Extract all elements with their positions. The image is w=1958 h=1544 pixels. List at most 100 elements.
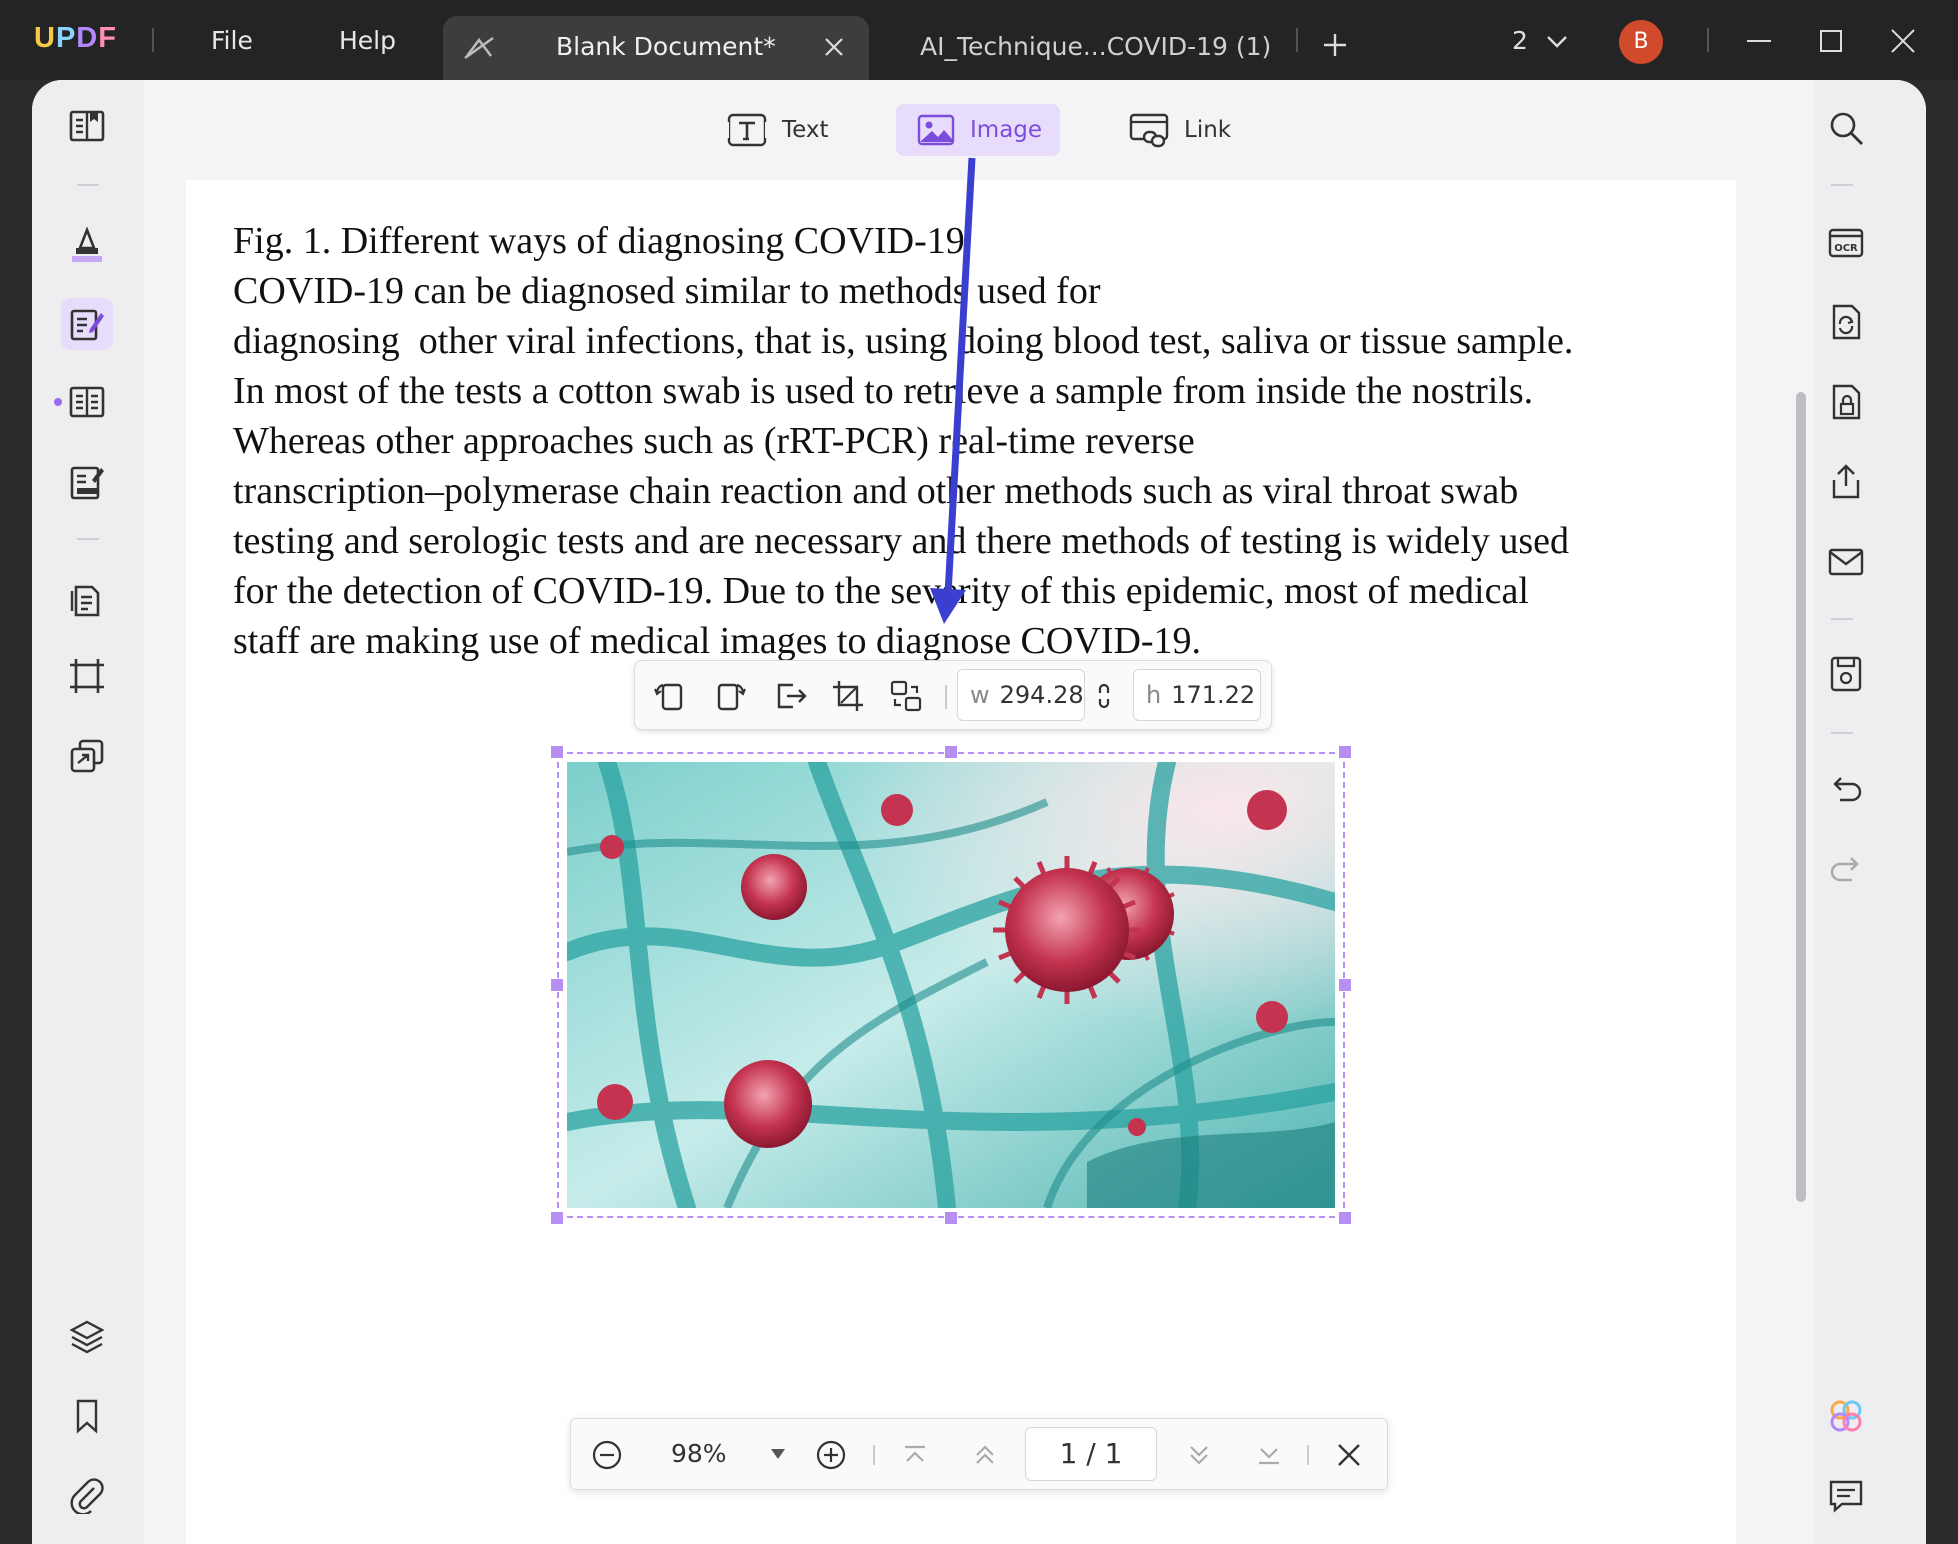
fill-sign-button[interactable] (61, 456, 113, 508)
convert-pdf-icon[interactable] (1826, 302, 1866, 342)
window-count-dropdown[interactable]: 2 (1512, 26, 1568, 55)
page-number-field[interactable]: 1 / 1 (1025, 1427, 1157, 1481)
maximize-icon[interactable] (1818, 28, 1844, 54)
protect-pdf-icon[interactable] (1826, 382, 1866, 422)
height-label: h (1146, 681, 1161, 709)
two-page-icon (68, 384, 106, 420)
page-view-button[interactable] (61, 376, 113, 428)
resize-handle[interactable] (1339, 979, 1351, 991)
height-value: 171.22 (1171, 681, 1255, 709)
virus-bottom (724, 1060, 812, 1148)
add-link-button[interactable]: Link (1116, 104, 1246, 156)
share-icon[interactable] (1826, 462, 1866, 502)
crop-pages-button[interactable] (61, 650, 113, 702)
right-divider (1831, 184, 1853, 186)
attachment-button[interactable] (61, 1470, 113, 1522)
crop-image-icon[interactable] (831, 679, 865, 713)
image-edit-toolbar: w 294.28 h 171.22 (634, 660, 1272, 730)
resize-handle[interactable] (551, 979, 563, 991)
page-navigation-bar: 98% 1 / 1 (570, 1418, 1388, 1490)
nav-divider (1307, 1445, 1309, 1465)
image-icon (916, 113, 956, 147)
width-value: 294.28 (1000, 681, 1084, 709)
text-line: staff are making use of medical images t… (233, 616, 1713, 666)
height-field[interactable]: h 171.22 (1133, 669, 1261, 721)
zoom-dropdown-icon[interactable] (769, 1445, 787, 1463)
last-page-icon[interactable] (1253, 1439, 1285, 1471)
layers-button[interactable] (61, 1310, 113, 1362)
stack-convert-icon (68, 737, 106, 775)
reader-mode-button[interactable] (61, 100, 113, 152)
zoom-level[interactable]: 98% (671, 1439, 727, 1468)
virus-medium (741, 854, 807, 920)
resize-handle[interactable] (551, 1212, 563, 1224)
title-divider (152, 28, 154, 52)
email-icon[interactable] (1826, 542, 1866, 582)
undo-icon[interactable] (1826, 770, 1866, 810)
replace-image-icon[interactable] (889, 679, 923, 713)
covid-virus-image[interactable] (567, 762, 1335, 1208)
image-label: Image (970, 117, 1042, 143)
next-page-icon[interactable] (1183, 1439, 1215, 1471)
ocr-icon[interactable]: OCR (1826, 222, 1866, 262)
comment-list-icon[interactable] (1826, 1476, 1866, 1516)
book-icon (68, 108, 106, 144)
first-page-icon[interactable] (899, 1439, 931, 1471)
text-line: transcription–polymerase chain reaction … (233, 466, 1713, 516)
zoom-out-icon[interactable] (591, 1439, 623, 1471)
crop-icon (68, 657, 106, 695)
highlighter-icon (68, 224, 106, 264)
resize-handle[interactable] (1339, 1212, 1351, 1224)
close-tab-icon[interactable] (823, 36, 845, 58)
text-line: COVID-19 can be diagnosed similar to met… (233, 266, 1713, 316)
close-nav-icon[interactable] (1333, 1439, 1365, 1471)
window-count: 2 (1512, 26, 1528, 55)
pages-icon (68, 581, 106, 619)
left-divider (77, 538, 99, 540)
width-label: w (970, 681, 990, 709)
file-menu[interactable]: File (211, 26, 253, 55)
convert-button[interactable] (61, 730, 113, 782)
add-image-button[interactable]: Image (896, 104, 1060, 156)
bookmark-button[interactable] (61, 1390, 113, 1442)
paperclip-icon (70, 1478, 104, 1514)
redo-icon[interactable] (1826, 850, 1866, 890)
tab-ai-technique[interactable]: AI_Technique...COVID-19 (1) (920, 32, 1271, 61)
chevron-down-icon (1546, 35, 1568, 49)
comment-tool-button[interactable] (61, 218, 113, 270)
tab-blank-document[interactable]: Blank Document* (443, 16, 869, 80)
rotate-right-icon[interactable] (713, 679, 747, 713)
extract-image-icon[interactable] (773, 679, 807, 713)
resize-handle[interactable] (945, 1212, 957, 1224)
organize-pages-button[interactable] (61, 574, 113, 626)
ai-assistant-icon[interactable] (1826, 1396, 1866, 1436)
minimize-icon[interactable] (1746, 28, 1772, 54)
lock-ratio-icon[interactable] (1095, 679, 1113, 713)
updf-logo: UPDF (34, 22, 117, 55)
close-window-icon[interactable] (1890, 28, 1916, 54)
tab-label: Blank Document* (556, 32, 776, 61)
resize-handle[interactable] (945, 746, 957, 758)
form-icon (68, 462, 106, 502)
resize-handle[interactable] (551, 746, 563, 758)
document-text[interactable]: Fig. 1. Different ways of diagnosing COV… (233, 216, 1713, 666)
previous-page-icon[interactable] (969, 1439, 1001, 1471)
link-label: Link (1184, 117, 1231, 143)
unsaved-icon (463, 34, 495, 62)
vertical-scrollbar[interactable] (1796, 392, 1806, 1202)
help-menu[interactable]: Help (339, 26, 396, 55)
add-tab-icon[interactable] (1322, 32, 1348, 58)
text-line: for the detection of COVID-19. Due to th… (233, 566, 1713, 616)
avatar[interactable]: B (1619, 20, 1663, 64)
search-icon[interactable] (1826, 108, 1866, 148)
width-field[interactable]: w 294.28 (957, 669, 1085, 721)
rotate-left-icon[interactable] (653, 679, 687, 713)
save-icon[interactable] (1826, 654, 1866, 694)
toolbar-divider (945, 685, 947, 709)
zoom-in-icon[interactable] (815, 1439, 847, 1471)
text-line: Whereas other approaches such as (rRT-PC… (233, 416, 1713, 466)
text-box-icon (726, 112, 768, 148)
resize-handle[interactable] (1339, 746, 1351, 758)
add-text-button[interactable]: Text (712, 104, 842, 156)
edit-pdf-button[interactable] (61, 298, 113, 350)
